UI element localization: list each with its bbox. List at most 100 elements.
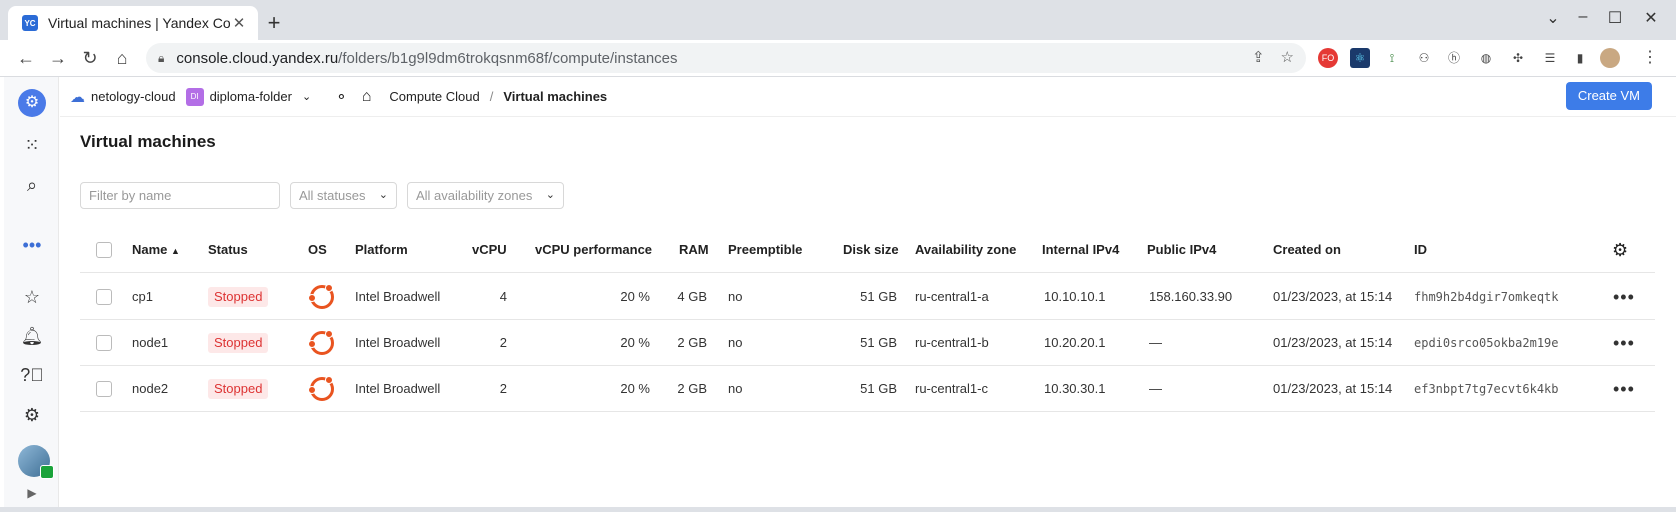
chevron-down-icon: ⌄ — [378, 189, 388, 201]
row-actions-more-icon[interactable]: ••• — [1613, 366, 1635, 412]
compute-service-icon[interactable]: ⚙ — [18, 89, 46, 117]
availability-zone: ru-central1-c — [915, 381, 988, 396]
status-filter-value: All statuses — [299, 188, 366, 203]
minimize-icon[interactable]: – — [1568, 8, 1598, 26]
row-checkbox[interactable] — [96, 289, 112, 305]
breadcrumb-service[interactable]: Compute Cloud — [389, 89, 479, 104]
extension-fo-icon[interactable]: FO — [1318, 48, 1338, 68]
platform: Intel Broadwell — [355, 335, 441, 350]
tab-search-chevron-icon[interactable]: ⌄ — [1538, 8, 1568, 28]
column-header-platform: Platform — [355, 242, 408, 257]
ubuntu-icon — [308, 330, 334, 355]
extension-robot-icon[interactable]: ⚇ — [1414, 48, 1434, 68]
column-header-disk-size: Disk size — [843, 242, 899, 257]
reading-list-icon[interactable]: ☰ — [1540, 48, 1560, 68]
breadcrumb-separator: / — [489, 89, 494, 104]
home-icon[interactable]: ⌂ — [362, 88, 372, 106]
url-text: console.cloud.yandex.ru/folders/b1g9l9dm… — [176, 49, 678, 67]
table-header: Name ▲ Status OS Platform vCPU vCPU perf… — [80, 227, 1655, 273]
ubuntu-icon — [308, 284, 334, 309]
maximize-icon[interactable]: ☐ — [1600, 8, 1630, 28]
chevron-down-icon[interactable]: ⌄ — [302, 90, 311, 103]
status-cell: Stopped — [208, 274, 269, 320]
vm-name[interactable]: cp1 — [132, 274, 153, 320]
status-cell: Stopped — [208, 320, 269, 366]
column-header-vcpu: vCPU — [472, 242, 507, 257]
yandex-cloud-favicon-icon: YC — [22, 15, 38, 31]
select-all-checkbox[interactable] — [96, 242, 112, 258]
address-bar[interactable]: 🔒︎ console.cloud.yandex.ru/folders/b1g9l… — [146, 43, 1306, 73]
public-ipv4: — — [1149, 335, 1162, 350]
back-icon[interactable]: ← — [14, 46, 38, 70]
created-on: 01/23/2023, at 15:14 — [1273, 381, 1393, 396]
chevron-down-icon: ⌄ — [545, 189, 555, 201]
notifications-bell-icon[interactable]: 🔔︎ — [20, 324, 44, 348]
created-on: 01/23/2023, at 15:14 — [1273, 289, 1393, 304]
close-window-icon[interactable]: ✕ — [1636, 8, 1666, 28]
vm-id[interactable]: ef3nbpt7tg7ecvt6k4kb — [1414, 366, 1559, 412]
browser-tabstrip: YC Virtual machines | Yandex Co ✕ + ⌄ – … — [0, 0, 1676, 40]
column-header-ram: RAM — [679, 242, 709, 257]
column-header-name[interactable]: Name ▲ — [132, 227, 180, 273]
bookmark-star-icon[interactable]: ☆ — [1281, 48, 1294, 66]
all-services-grid-icon[interactable]: ⁙ — [20, 133, 44, 157]
page-title: Virtual machines — [80, 132, 216, 151]
more-icon[interactable]: ••• — [20, 233, 44, 257]
table-settings-gear-icon[interactable]: ⚙ — [1612, 227, 1628, 273]
preemptible: no — [728, 289, 743, 304]
public-ipv4: 158.160.33.90 — [1149, 289, 1233, 304]
row-actions-more-icon[interactable]: ••• — [1613, 320, 1635, 366]
help-icon[interactable]: ?⃝ — [20, 363, 44, 387]
platform: Intel Broadwell — [355, 381, 441, 396]
disk-size: 51 GB — [860, 381, 897, 396]
share-icon[interactable]: ⇪ — [1252, 48, 1265, 66]
zone-filter-select[interactable]: All availability zones ⌄ — [407, 182, 564, 209]
side-panel-icon[interactable]: ▮ — [1570, 48, 1590, 68]
search-icon[interactable]: ⌕ — [20, 173, 44, 197]
created-on: 01/23/2023, at 15:14 — [1273, 335, 1393, 350]
row-checkbox[interactable] — [96, 335, 112, 351]
lock-icon[interactable]: 🔒︎ — [158, 51, 164, 66]
profile-avatar-icon[interactable] — [1600, 48, 1620, 68]
breadcrumb-folder[interactable]: diploma-folder — [210, 89, 292, 104]
platform: Intel Broadwell — [355, 289, 441, 304]
breadcrumb-current: Virtual machines — [503, 89, 608, 104]
services-nodes-icon[interactable]: ⚬ — [335, 88, 348, 106]
vcpu-performance: 20 % — [620, 381, 650, 396]
vm-id[interactable]: epdi0srco05okba2m19e — [1414, 320, 1559, 366]
expand-sidebar-icon[interactable]: ▶ — [20, 481, 44, 505]
breadcrumb-cloud[interactable]: netology-cloud — [91, 89, 176, 104]
row-actions-more-icon[interactable]: ••• — [1613, 274, 1635, 320]
forward-icon[interactable]: → — [46, 46, 70, 70]
vm-id[interactable]: fhm9h2b4dgir7omkeqtk — [1414, 274, 1559, 320]
column-header-os: OS — [308, 242, 327, 257]
vm-name[interactable]: node1 — [132, 320, 168, 366]
react-devtools-icon[interactable]: ⚛ — [1350, 48, 1370, 68]
row-checkbox[interactable] — [96, 381, 112, 397]
table-row[interactable]: node2 Stopped Intel Broadwell 2 20 % 2 G… — [80, 366, 1655, 412]
extension-green-icon[interactable]: ⟟ — [1382, 48, 1402, 68]
home-icon[interactable]: ⌂ — [110, 46, 134, 70]
column-header-id: ID — [1414, 242, 1427, 257]
extension-h-icon[interactable]: ⓗ — [1444, 48, 1464, 68]
status-badge: Stopped — [208, 379, 269, 399]
browser-tab[interactable]: YC Virtual machines | Yandex Co ✕ — [8, 6, 258, 40]
settings-gear-icon[interactable]: ⚙ — [20, 403, 44, 427]
table-row[interactable]: cp1 Stopped Intel Broadwell 4 20 % 4 GB … — [80, 274, 1655, 320]
vm-name[interactable]: node2 — [132, 366, 168, 412]
status-cell: Stopped — [208, 366, 269, 412]
browser-menu-icon[interactable]: ⋮ — [1640, 48, 1660, 68]
extensions-puzzle-icon[interactable]: ✣ — [1508, 48, 1528, 68]
left-sidebar: ⚙ ⁙ ⌕ ••• ☆ 🔔︎ ?⃝ ⚙ ▶ — [4, 77, 59, 507]
status-filter-select[interactable]: All statuses ⌄ — [290, 182, 397, 209]
filter-by-name-input[interactable]: Filter by name — [80, 182, 280, 209]
favorites-star-icon[interactable]: ☆ — [20, 285, 44, 309]
extension-globe-icon[interactable]: ◍ — [1476, 48, 1496, 68]
preemptible: no — [728, 335, 743, 350]
close-tab-icon[interactable]: ✕ — [230, 14, 248, 32]
reload-icon[interactable]: ↻ — [78, 46, 102, 70]
table-row[interactable]: node1 Stopped Intel Broadwell 2 20 % 2 G… — [80, 320, 1655, 366]
new-tab-icon[interactable]: + — [264, 10, 284, 36]
create-vm-button[interactable]: Create VM — [1565, 82, 1652, 110]
availability-zone: ru-central1-b — [915, 335, 989, 350]
